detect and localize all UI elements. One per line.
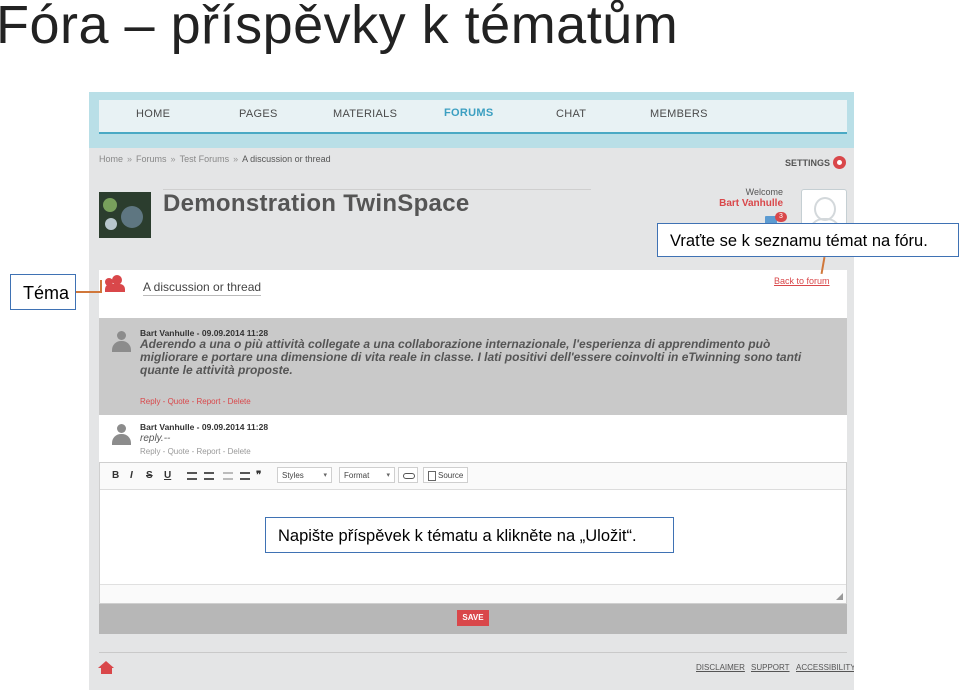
outdent-icon[interactable]	[223, 472, 233, 480]
disclaimer-link[interactable]: DISCLAIMER	[696, 663, 745, 672]
nav-pages[interactable]: PAGES	[239, 108, 278, 120]
twinspace-image	[99, 192, 151, 238]
format-dropdown[interactable]: Format ▾	[339, 467, 395, 483]
post-actions: Reply - Quote - Report - Delete	[140, 447, 251, 456]
post-body: Aderendo a una o più attività collegate …	[140, 337, 802, 377]
welcome-label: Welcome	[745, 187, 783, 197]
chevron-down-icon: ▾	[386, 472, 390, 479]
nav-forums[interactable]: FORUMS	[444, 107, 493, 119]
report-link[interactable]: Report	[196, 397, 220, 406]
topic-title: A discussion or thread	[143, 280, 262, 296]
strikethrough-button[interactable]: S	[146, 470, 153, 481]
breadcrumb-forums[interactable]: Forums	[136, 154, 167, 164]
delete-link[interactable]: Delete	[228, 447, 251, 456]
quote-link[interactable]: Quote	[168, 397, 190, 406]
reply-link[interactable]: Reply	[140, 397, 160, 406]
italic-button[interactable]: I	[130, 470, 133, 481]
reply-link[interactable]: Reply	[140, 447, 160, 456]
twinspace-screenshot: HOME PAGES MATERIALS FORUMS CHAT MEMBERS…	[89, 92, 854, 690]
back-to-forum-link[interactable]: Back to forum	[774, 276, 830, 286]
blockquote-icon[interactable]: ❞	[256, 470, 261, 481]
callout-connector	[100, 280, 102, 293]
bold-button[interactable]: B	[112, 470, 119, 481]
annotation-topic: Téma	[10, 274, 76, 310]
settings-button[interactable]: SETTINGS	[785, 156, 846, 169]
nav-chat[interactable]: CHAT	[556, 108, 586, 120]
post-author-date: Bart Vanhulle - 09.09.2014 11:28	[140, 422, 269, 432]
callout-connector	[76, 291, 101, 293]
support-link[interactable]: SUPPORT	[751, 663, 790, 672]
styles-dropdown[interactable]: Styles ▾	[277, 467, 332, 483]
breadcrumb-current: A discussion or thread	[242, 154, 331, 164]
editor-statusbar	[100, 584, 846, 603]
source-button[interactable]: Source	[423, 467, 469, 483]
settings-label: SETTINGS	[784, 157, 830, 168]
chevron-down-icon: ▾	[323, 472, 327, 479]
breadcrumb: Home» Forums» Test Forums» A discussion or …	[99, 154, 331, 164]
annotation-write-post: Napište příspěvek k tématu a klikněte na…	[265, 517, 674, 553]
user-silhouette-icon	[112, 331, 131, 353]
annotation-back-to-forum: Vraťte se k seznamu témat na fóru.	[657, 223, 959, 257]
link-icon[interactable]	[398, 467, 418, 483]
post-actions: Reply - Quote - Report - Delete	[140, 397, 251, 406]
quote-link[interactable]: Quote	[168, 447, 190, 456]
nav-materials[interactable]: MATERIALS	[333, 108, 397, 120]
breadcrumb-home[interactable]: Home	[99, 154, 123, 164]
underline-button[interactable]: U	[164, 470, 171, 481]
numbered-list-icon[interactable]	[187, 472, 197, 480]
bullet-list-icon[interactable]	[204, 472, 214, 480]
breadcrumb-test-forums[interactable]: Test Forums	[180, 154, 230, 164]
accessibility-link[interactable]: ACCESSIBILITY	[796, 663, 854, 672]
delete-link[interactable]: Delete	[228, 397, 251, 406]
editor-toolbar: B I S U ❞ Styles ▾ Format ▾ Source	[100, 463, 846, 490]
nav-home[interactable]: HOME	[136, 108, 170, 120]
post-body: reply.--	[140, 433, 171, 444]
unread-badge: 3	[775, 212, 787, 222]
user-silhouette-icon	[112, 424, 131, 446]
space-title: Demonstration TwinSpace	[163, 190, 470, 217]
home-icon[interactable]	[98, 661, 114, 674]
slide-title: Fóra – příspěvky k tématům	[0, 0, 679, 55]
top-navigation: HOME PAGES MATERIALS FORUMS CHAT MEMBERS	[89, 92, 854, 148]
resize-handle[interactable]	[836, 593, 843, 600]
report-link[interactable]: Report	[196, 447, 220, 456]
nav-members[interactable]: MEMBERS	[650, 108, 708, 120]
user-name-link[interactable]: Bart Vanhulle	[697, 198, 783, 209]
save-button[interactable]: SAVE	[457, 610, 489, 626]
indent-icon[interactable]	[240, 472, 250, 480]
gear-icon	[833, 156, 846, 169]
